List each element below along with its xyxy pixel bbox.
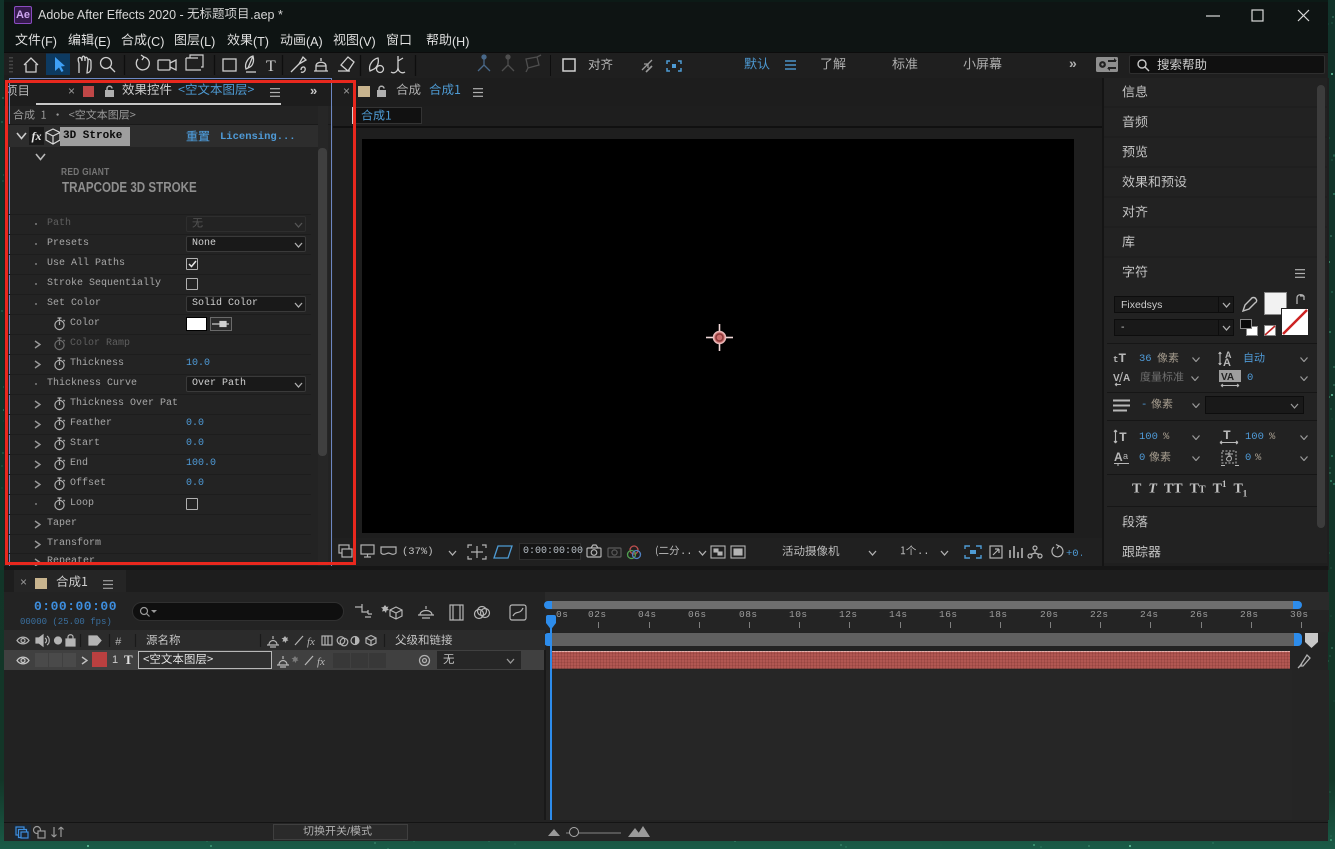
svg-text:A: A: [1223, 357, 1231, 368]
svg-text:a: a: [1123, 451, 1128, 461]
svg-text:T: T: [1119, 430, 1127, 445]
svg-text:#: #: [115, 637, 122, 649]
svg-text:fx: fx: [317, 656, 325, 668]
svg-text:T: T: [266, 58, 276, 75]
svg-text:fx: fx: [307, 636, 315, 648]
svg-text:T: T: [1223, 428, 1231, 443]
svg-text:A: A: [1123, 373, 1130, 384]
svg-text:V: V: [1113, 373, 1120, 384]
svg-text:+0.0: +0.0: [1066, 548, 1082, 560]
svg-text:VA: VA: [1221, 372, 1234, 383]
svg-text:A: A: [1114, 450, 1123, 464]
